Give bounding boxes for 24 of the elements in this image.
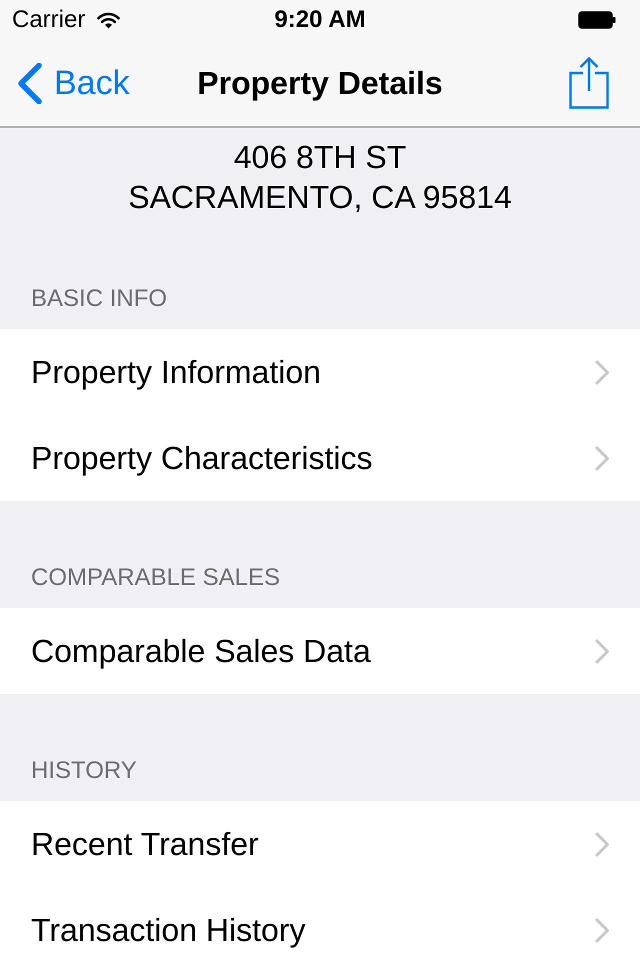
wifi-icon	[97, 12, 120, 28]
section-header: HISTORY	[31, 757, 137, 784]
list-row[interactable]: Comparable Sales Data	[0, 608, 640, 694]
battery-icon	[578, 11, 616, 29]
share-icon	[569, 56, 609, 108]
status-time: 9:20 AM	[274, 6, 366, 34]
back-button[interactable]: Back	[16, 62, 130, 104]
section-header: BASIC INFO	[31, 285, 168, 312]
chevron-right-icon	[595, 446, 610, 470]
address-line: 406 8TH ST	[234, 138, 406, 177]
share-button[interactable]	[569, 56, 609, 110]
list-row[interactable]: Transaction History	[0, 887, 640, 960]
section-header: COMPARABLE SALES	[31, 564, 280, 591]
screen-title: Property Details	[197, 64, 443, 103]
chevron-left-icon	[16, 62, 42, 104]
list-row[interactable]: Recent Transfer	[0, 801, 640, 887]
list-row[interactable]: Property Information	[0, 329, 640, 415]
address-line: SACRAMENTO, CA 95814	[128, 178, 512, 217]
carrier-label: Carrier	[12, 6, 86, 34]
chevron-right-icon	[595, 638, 610, 664]
list-row[interactable]: Property Characteristics	[0, 415, 640, 501]
chevron-right-icon	[595, 918, 610, 942]
chevron-right-icon	[595, 832, 610, 856]
chevron-right-icon	[595, 360, 610, 384]
